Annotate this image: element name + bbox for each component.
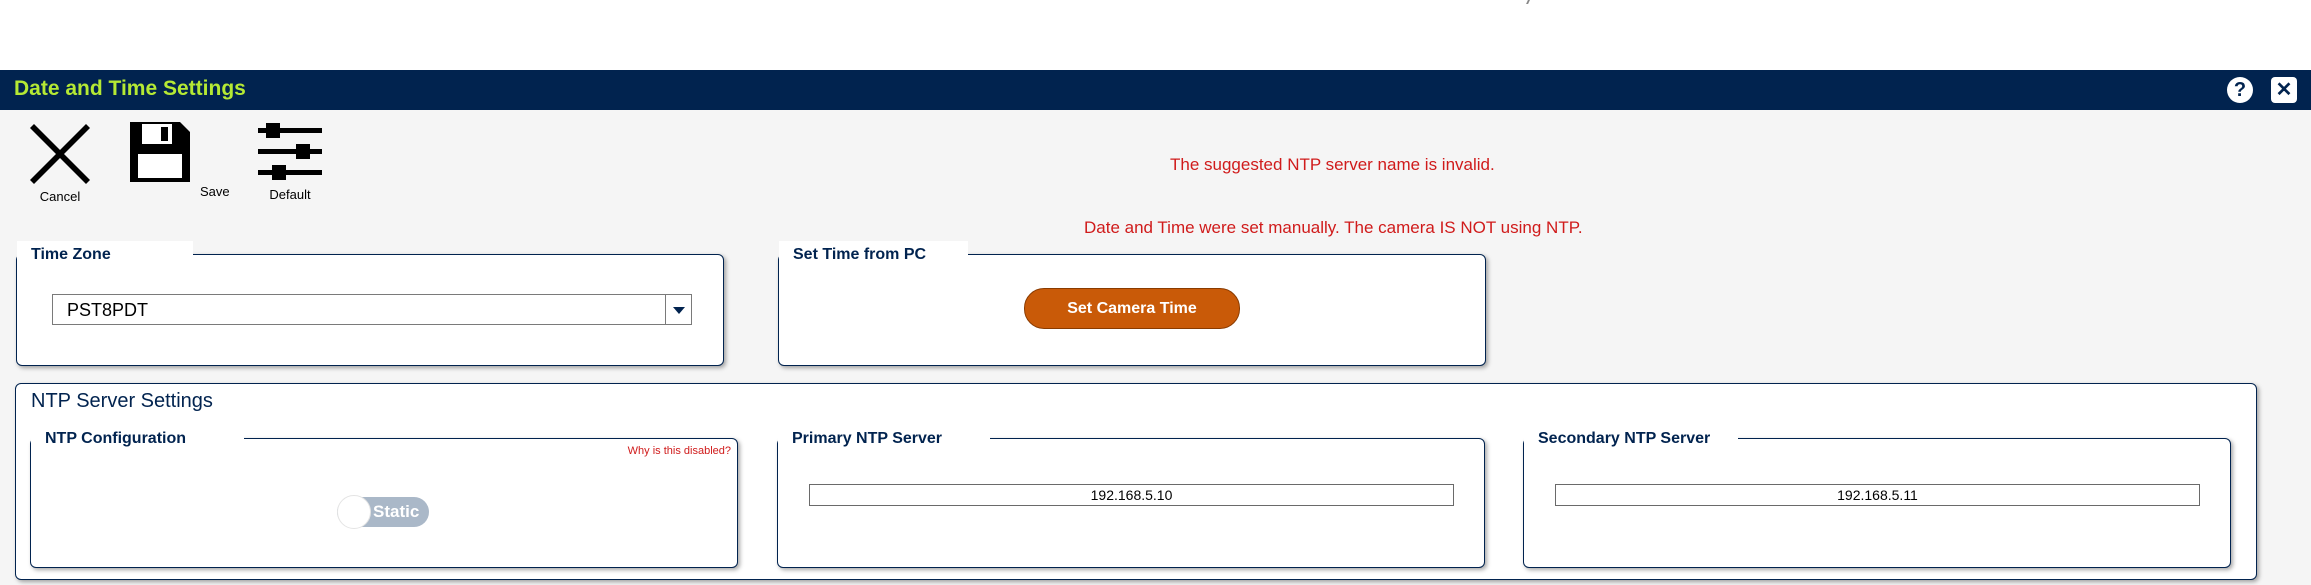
dialog-title: Date and Time Settings <box>14 77 246 100</box>
primary-ntp-input[interactable]: 192.168.5.10 <box>809 484 1454 506</box>
time-zone-select[interactable]: PST8PDT <box>52 294 692 325</box>
help-button[interactable]: ? <box>2227 77 2253 103</box>
ntp-configuration-legend: NTP Configuration <box>31 425 245 450</box>
question-circle-icon: ? <box>2233 79 2247 101</box>
secondary-ntp-panel: Secondary NTP Server 192.168.5.11 <box>1523 425 2231 568</box>
ntp-section-title: NTP Server Settings <box>31 390 213 412</box>
ntp-configuration-panel: NTP Configuration Why is this disabled? … <box>30 425 738 568</box>
ntp-mode-label: Static <box>373 502 420 521</box>
primary-ntp-legend: Primary NTP Server <box>778 425 991 450</box>
toggle-knob <box>337 495 371 529</box>
default-label: Default <box>269 187 311 202</box>
ntp-server-settings: NTP Server Settings NTP Configuration Wh… <box>15 383 2257 580</box>
secondary-ntp-input[interactable]: 192.168.5.11 <box>1555 484 2200 506</box>
set-camera-time-button[interactable]: Set Camera Time <box>1024 288 1240 329</box>
primary-ntp-panel: Primary NTP Server 192.168.5.10 <box>777 425 1485 568</box>
save-label: Save <box>200 184 230 199</box>
time-zone-value: PST8PDT <box>67 300 149 320</box>
sliders-icon <box>258 123 322 180</box>
manual-time-message: Date and Time were set manually. The cam… <box>1084 218 1583 237</box>
invalid-ntp-message: The suggested NTP server name is invalid… <box>1170 155 1495 174</box>
default-button[interactable]: Default <box>252 120 328 202</box>
set-time-from-pc-panel: Set Time from PC Set Camera Time <box>778 241 1486 366</box>
cancel-label: Cancel <box>39 189 81 204</box>
chevron-down-icon[interactable] <box>665 295 691 324</box>
date-time-settings-dialog: Date and Time Settings ? ✕ Cancel Save D… <box>0 70 2311 585</box>
set-time-legend: Set Time from PC <box>779 241 969 266</box>
time-zone-panel: Time Zone PST8PDT <box>16 241 724 366</box>
cancel-button[interactable]: Cancel <box>22 120 98 204</box>
cancel-x-icon <box>30 124 90 184</box>
secondary-ntp-legend: Secondary NTP Server <box>1524 425 1739 450</box>
time-zone-legend: Time Zone <box>17 241 193 266</box>
close-button[interactable]: ✕ <box>2271 77 2297 103</box>
title-bar: Date and Time Settings ? ✕ <box>0 70 2311 110</box>
ntp-mode-toggle[interactable]: Static <box>337 495 429 529</box>
close-icon: ✕ <box>2275 79 2293 101</box>
stray-mark <box>1526 0 1534 4</box>
save-button[interactable]: Save <box>124 120 234 200</box>
why-disabled-link[interactable]: Why is this disabled? <box>628 445 731 457</box>
floppy-disk-icon <box>130 122 190 182</box>
